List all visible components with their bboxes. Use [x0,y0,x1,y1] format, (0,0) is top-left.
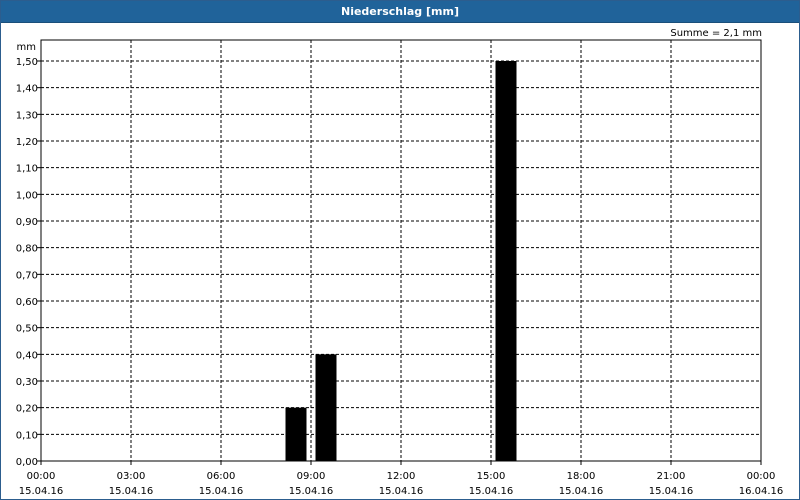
x-tick-labels: 00:00 15.04.16 03:00 15.04.16 06:00 15.04.16 0… [19,471,784,497]
y-tick-label: 0,00 [16,457,38,468]
x-tick-time-label: 12:00 [387,471,416,482]
x-tick-time-label: 03:00 [117,471,146,482]
axes [37,39,762,465]
y-tick-label: 0,40 [16,350,38,361]
y-tick-label: 0,80 [16,244,38,255]
y-tick-labels: 0,00 0,10 0,20 0,30 0,40 0,50 0,60 0,70 0,80 0,90… [16,57,38,468]
y-tick-label: 1,20 [16,137,38,148]
x-tick-time-label: 18:00 [567,471,596,482]
y-tick-label: 0,20 [16,404,38,415]
y-tick-label: 1,40 [16,84,38,95]
y-tick-label: 0,30 [16,377,38,388]
x-tick-date-label: 15.04.16 [289,486,334,497]
x-tick-time-label: 09:00 [297,471,326,482]
y-tick-label: 0,90 [16,217,38,228]
x-tick-time-label: 00:00 [747,471,776,482]
x-tick-time-label: 00:00 [27,471,56,482]
precipitation-bar [315,354,337,461]
precipitation-chart: mm Summe = 2,1 mm 0,000,100,200,300,400,… [16,28,784,497]
precipitation-bar [285,407,307,461]
y-tick-label: 1,10 [16,164,38,175]
y-tick-label: 1,00 [16,190,38,201]
y-tick-label: 0,50 [16,324,38,335]
y-tick-label: 0,10 [16,430,38,441]
y-axis-unit-label: mm [17,42,36,53]
precipitation-bar [495,61,517,461]
x-tick-date-label: 15.04.16 [379,486,424,497]
x-tick-date-label: 15.04.16 [199,486,244,497]
x-tick-date-label: 15.04.16 [559,486,604,497]
y-tick-label: 1,50 [16,57,38,68]
x-tick-time-label: 06:00 [207,471,236,482]
x-tick-date-label: 15.04.16 [19,486,64,497]
grid-lines [41,40,761,461]
x-tick-date-label: 15.04.16 [109,486,154,497]
y-tick-label: 0,70 [16,270,38,281]
x-tick-date-label: 15.04.16 [649,486,694,497]
x-tick-date-label: 15.04.16 [469,486,514,497]
x-tick-date-label: 16.04.16 [739,486,784,497]
y-tick-label: 1,30 [16,110,38,121]
y-tick-label: 0,60 [16,297,38,308]
x-tick-time-label: 21:00 [657,471,686,482]
sum-label: Summe = 2,1 mm [670,28,762,39]
x-tick-time-label: 15:00 [477,471,506,482]
